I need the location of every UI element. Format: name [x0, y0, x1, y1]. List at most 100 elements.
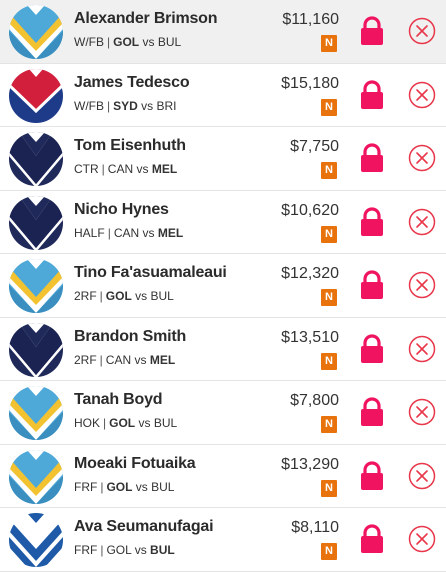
remove-player-icon[interactable]	[408, 462, 436, 490]
vs-label: vs	[141, 98, 154, 113]
vs-label: vs	[142, 225, 155, 240]
player-row[interactable]: Alexander Brimson W/FB | GOL vs BUL $11,16…	[0, 0, 446, 64]
remove-player-icon[interactable]	[408, 17, 436, 45]
player-position-fixture: FRF | GOL vs BUL	[74, 543, 175, 557]
player-team: GOL	[106, 543, 132, 557]
player-row[interactable]: Tom Eisenhuth CTR | CAN vs MEL $7,750 N	[0, 127, 446, 191]
lock-icon[interactable]	[360, 79, 384, 110]
status-badge: N	[321, 352, 337, 370]
vs-label: vs	[134, 543, 147, 557]
vs-label: vs	[142, 35, 155, 49]
player-price: $11,160	[282, 11, 339, 28]
lock-icon[interactable]	[360, 16, 384, 46]
player-price: $7,800	[290, 392, 339, 409]
remove-player-icon[interactable]	[408, 144, 436, 172]
status-badge: N	[321, 289, 337, 306]
player-team: CAN	[107, 162, 134, 176]
player-position-fixture: W/FB | GOL vs BUL	[74, 35, 182, 49]
player-name: Tanah Boyd	[74, 391, 163, 408]
player-position: W/FB	[74, 98, 104, 113]
team-jersey-icon	[9, 68, 63, 123]
player-team: CAN	[113, 225, 140, 240]
status-badge: N	[321, 35, 337, 52]
lock-icon[interactable]	[360, 270, 384, 300]
player-opponent: BUL	[151, 479, 175, 494]
player-row[interactable]: Ava Seumanufagai FRF | GOL vs BUL $8,110 N	[0, 508, 446, 572]
player-price: $7,750	[290, 138, 339, 155]
player-opponent: BUL	[150, 543, 175, 557]
player-position-fixture: CTR | CAN vs MEL	[74, 162, 178, 176]
player-price: $15,180	[281, 74, 339, 92]
lock-icon[interactable]	[360, 333, 384, 364]
player-position: HALF	[74, 225, 105, 240]
player-row[interactable]: James Tedesco W/FB | SYD vs BRI $15,180 N	[0, 64, 446, 127]
player-position: FRF	[74, 543, 98, 557]
player-name: Moeaki Fotuaika	[74, 454, 196, 472]
player-name: Tom Eisenhuth	[74, 137, 186, 154]
player-position: HOK	[74, 416, 101, 430]
player-price: $12,320	[281, 265, 339, 282]
player-team: GOL	[113, 35, 140, 49]
player-position: 2RF	[74, 289, 97, 303]
lock-icon[interactable]	[360, 206, 384, 237]
player-name: Tino Fa'asuamaleaui	[74, 264, 227, 281]
status-badge: N	[321, 479, 337, 497]
player-price: $8,110	[291, 519, 339, 536]
status-badge: N	[321, 416, 337, 433]
remove-player-icon[interactable]	[408, 208, 436, 236]
remove-player-icon[interactable]	[408, 271, 436, 299]
player-position: FRF	[74, 479, 98, 494]
vs-label: vs	[135, 289, 148, 303]
player-price: $13,510	[281, 328, 339, 346]
player-opponent: BUL	[150, 289, 174, 303]
remove-player-icon[interactable]	[408, 525, 436, 553]
lock-icon[interactable]	[360, 143, 384, 173]
player-name: Ava Seumanufagai	[74, 518, 214, 535]
player-list: Alexander Brimson W/FB | GOL vs BUL $11,16…	[0, 0, 446, 572]
player-row[interactable]: Brandon Smith 2RF | CAN vs MEL $13,510 N	[0, 318, 446, 381]
team-jersey-icon	[9, 5, 63, 59]
player-team: CAN	[105, 352, 132, 367]
vs-label: vs	[138, 416, 151, 430]
vs-label: vs	[134, 352, 147, 367]
team-jersey-icon	[9, 386, 63, 440]
team-jersey-icon	[9, 449, 63, 504]
player-opponent: MEL	[149, 352, 176, 367]
vs-label: vs	[135, 479, 148, 494]
player-name: James Tedesco	[74, 73, 190, 91]
lock-icon[interactable]	[360, 460, 384, 491]
player-position-fixture: HALF | CAN vs MEL	[74, 225, 184, 240]
team-jersey-icon	[9, 513, 63, 567]
player-opponent: BUL	[153, 416, 178, 430]
player-position: CTR	[74, 162, 99, 176]
remove-player-icon[interactable]	[408, 81, 436, 109]
player-opponent: MEL	[151, 162, 178, 176]
player-position-fixture: FRF | GOL vs BUL	[74, 479, 175, 494]
lock-icon[interactable]	[360, 397, 384, 427]
player-row[interactable]: Tanah Boyd HOK | GOL vs BUL $7,800 N	[0, 381, 446, 445]
player-row[interactable]: Tino Fa'asuamaleaui 2RF | GOL vs BUL $12,3…	[0, 254, 446, 318]
player-row[interactable]: Nicho Hynes HALF | CAN vs MEL $10,620 N	[0, 191, 446, 254]
status-badge: N	[321, 162, 337, 179]
player-opponent: BUL	[157, 35, 182, 49]
player-price: $10,620	[281, 201, 339, 219]
player-team: GOL	[105, 289, 132, 303]
player-position-fixture: 2RF | GOL vs BUL	[74, 289, 174, 303]
lock-icon[interactable]	[360, 524, 384, 554]
status-badge: N	[321, 225, 337, 243]
vs-label: vs	[136, 162, 149, 176]
player-name: Nicho Hynes	[74, 200, 169, 218]
status-badge: N	[321, 543, 337, 560]
status-badge: N	[321, 98, 337, 116]
player-row[interactable]: Moeaki Fotuaika FRF | GOL vs BUL $13,290 N	[0, 445, 446, 508]
remove-player-icon[interactable]	[408, 335, 436, 363]
player-position-fixture: HOK | GOL vs BUL	[74, 416, 178, 430]
player-team: GOL	[109, 416, 136, 430]
player-position-fixture: 2RF | CAN vs MEL	[74, 352, 176, 367]
team-jersey-icon	[9, 132, 63, 186]
team-jersey-icon	[9, 195, 63, 250]
player-team: GOL	[106, 479, 133, 494]
remove-player-icon[interactable]	[408, 398, 436, 426]
team-jersey-icon	[9, 322, 63, 377]
player-team: SYD	[113, 98, 138, 113]
